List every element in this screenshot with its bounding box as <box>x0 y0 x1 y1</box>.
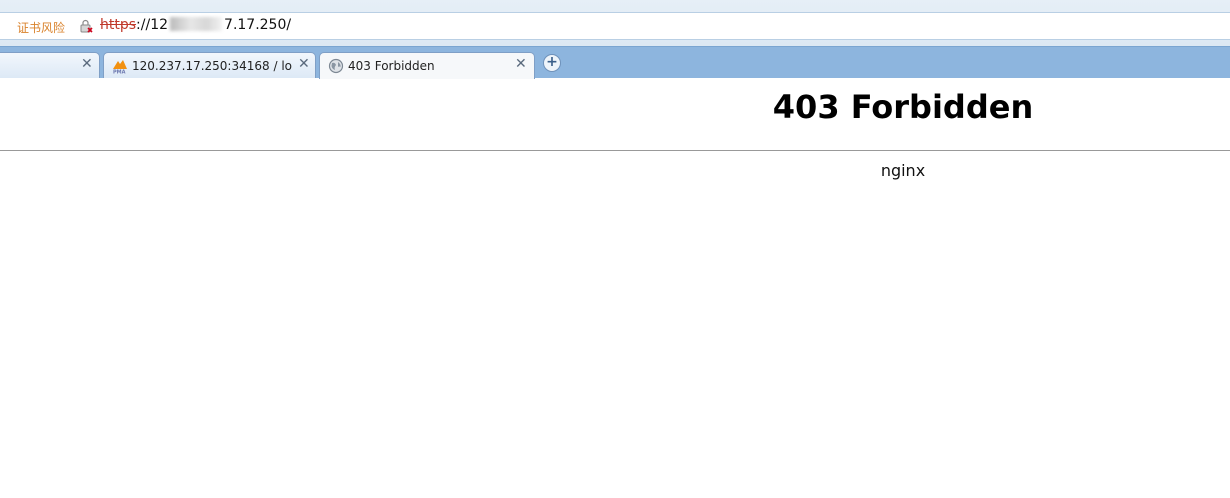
tab-previous[interactable]: ✕ <box>0 52 100 78</box>
url-text[interactable]: https://12 7.17.250/ <box>100 17 291 33</box>
address-bar[interactable]: 证书风险 https://12 7.17.250/ <box>0 12 1230 40</box>
address-bar-strip: 证书风险 https://12 7.17.250/ <box>0 0 1230 46</box>
url-separator: :// <box>136 17 151 33</box>
tab-title: 403 Forbidden <box>348 59 435 73</box>
url-rest: 7.17.250/ <box>224 17 292 33</box>
close-icon[interactable]: ✕ <box>515 56 527 72</box>
close-icon[interactable]: ✕ <box>81 56 93 72</box>
phpmyadmin-icon: PMA <box>113 60 127 75</box>
globe-icon <box>328 58 344 74</box>
url-prefix: 12 <box>150 17 169 33</box>
plus-icon: + <box>546 54 558 70</box>
new-tab-button[interactable]: + <box>543 54 561 72</box>
close-icon[interactable]: ✕ <box>298 56 310 72</box>
redacted-ip-segment <box>170 17 223 31</box>
tab-403-forbidden[interactable]: 403 Forbidden ✕ <box>319 52 535 79</box>
svg-text:PMA: PMA <box>113 70 126 75</box>
tab-phpmyadmin[interactable]: PMA 120.237.17.250:34168 / loca ✕ <box>103 52 316 78</box>
divider <box>0 150 1230 151</box>
tab-title: 120.237.17.250:34168 / loca <box>132 59 292 73</box>
server-name: nginx <box>880 161 926 180</box>
url-scheme: https <box>100 17 137 33</box>
certificate-warning-label[interactable]: 证书风险 <box>17 19 65 36</box>
tab-bar: ✕ PMA 120.237.17.250:34168 / loca ✕ 403 … <box>0 46 1230 79</box>
page-title: 403 Forbidden <box>772 88 1034 126</box>
insecure-lock-icon[interactable] <box>78 18 94 34</box>
